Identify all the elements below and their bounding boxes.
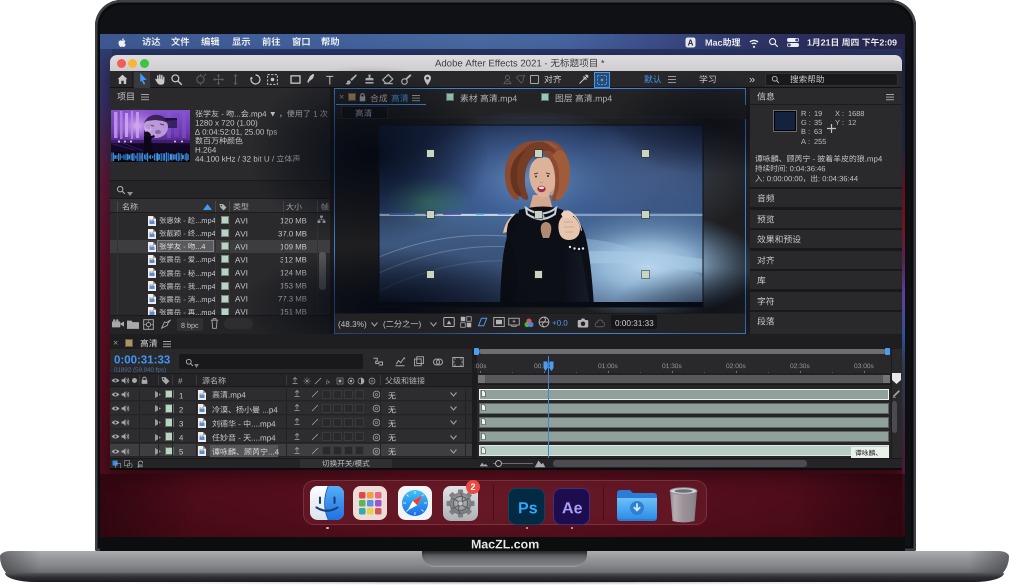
svg-text:A: A (688, 38, 694, 47)
svg-text:fx: fx (326, 378, 331, 385)
